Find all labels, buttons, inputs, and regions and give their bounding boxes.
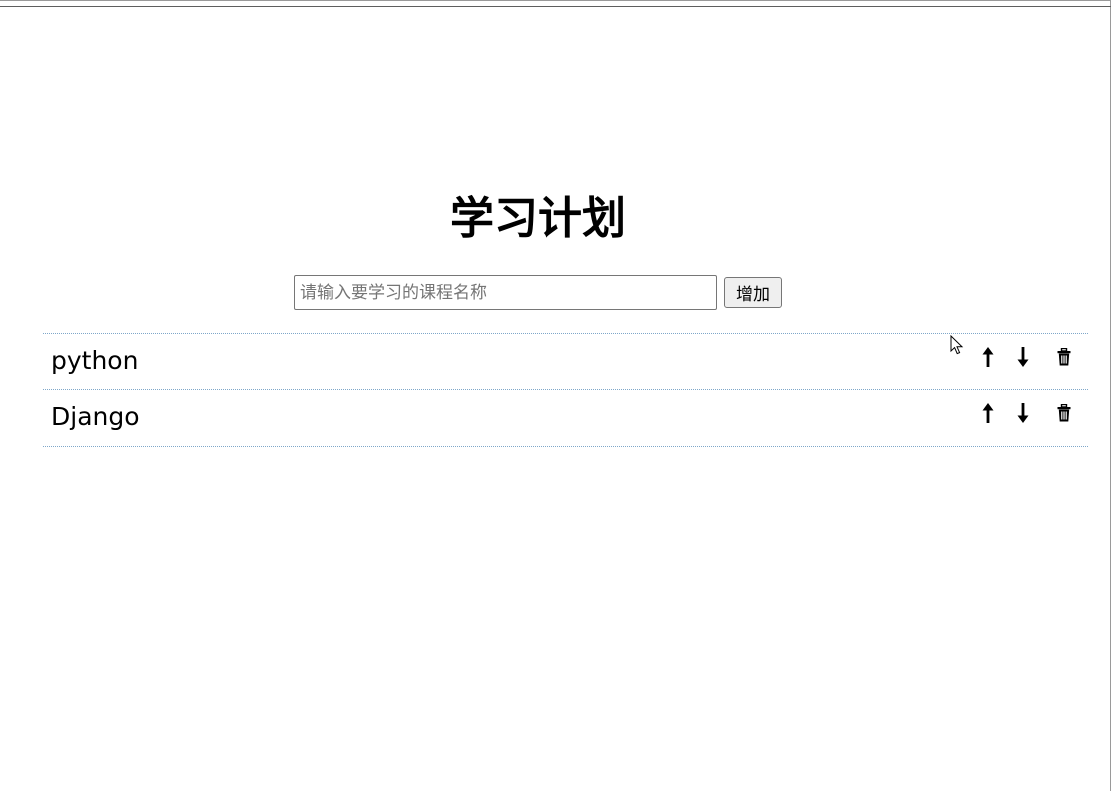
course-name: Django bbox=[51, 402, 140, 431]
course-name-input[interactable] bbox=[294, 275, 717, 310]
item-actions bbox=[968, 344, 1088, 370]
arrow-down-icon[interactable] bbox=[1012, 400, 1034, 426]
top-divider bbox=[0, 6, 1111, 7]
add-button[interactable]: 增加 bbox=[724, 277, 782, 308]
arrow-up-icon[interactable] bbox=[977, 344, 999, 370]
course-list: python Django bbox=[43, 333, 1088, 447]
course-name: python bbox=[51, 346, 139, 375]
mouse-cursor-icon bbox=[950, 335, 964, 355]
trash-icon[interactable] bbox=[1053, 400, 1075, 426]
browser-viewport: 学习计划 增加 python bbox=[0, 0, 1111, 791]
list-item: python bbox=[43, 333, 1088, 389]
list-item: Django bbox=[43, 389, 1088, 447]
item-actions bbox=[968, 400, 1088, 426]
page-title: 学习计划 bbox=[450, 193, 626, 244]
arrow-up-icon[interactable] bbox=[977, 400, 999, 426]
arrow-down-icon[interactable] bbox=[1012, 344, 1034, 370]
trash-icon[interactable] bbox=[1053, 344, 1075, 370]
